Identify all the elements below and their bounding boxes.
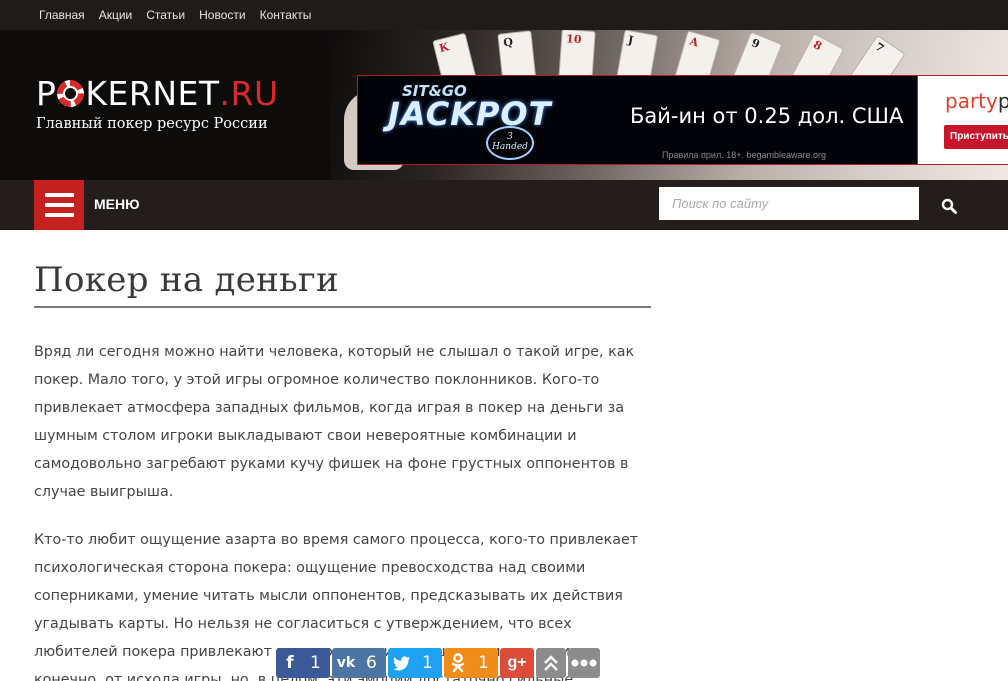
google-plus-icon: g+ [507,654,527,671]
article-paragraph: Вряд ли сегодня можно найти человека, ко… [34,344,635,500]
search-icon [941,198,957,214]
share-twitter-button[interactable]: 1 [388,648,442,678]
nav-item-articles[interactable]: Статьи [146,8,185,22]
banner-buyin-text: Бай-ин от 0.25 дол. США [630,104,904,128]
double-chevron-up-icon [544,655,558,671]
share-google-plus-button[interactable]: g+ [500,648,534,678]
poker-chip-icon [57,80,85,107]
share-odnoklassniki-button[interactable]: 1 [444,648,498,678]
nav-item-contacts[interactable]: Контакты [260,8,312,22]
hamburger-icon [45,213,74,217]
page-title: Покер на деньги [34,260,651,308]
share-facebook-button[interactable]: f 1 [276,648,330,678]
hamburger-icon [45,203,74,207]
article-content: Покер на деньги Вряд ли сегодня можно на… [34,230,651,681]
banner-cta-button[interactable]: Приступить [944,125,1008,149]
ad-banner[interactable]: SIT&GO JACKPOT 3 Handed Бай-ин от 0.25 д… [357,75,1008,165]
site-logo[interactable]: P KERNET .RU Главный покер ресурс России [36,74,279,132]
scroll-to-top-button[interactable] [536,648,566,678]
facebook-icon: f [286,653,294,673]
hamburger-menu-button[interactable] [34,180,84,230]
vk-icon: vk [336,655,356,671]
hamburger-icon [45,193,74,197]
logo-wordmark: P KERNET .RU [36,74,279,113]
banner-badge: 3 Handed [486,126,534,160]
search-input[interactable] [659,187,919,220]
share-count: 1 [310,653,321,673]
site-header: K Q 10 J A 9 8 7 P KERNET .RU Главный поке… [0,30,1008,180]
share-count: 6 [366,653,377,673]
share-vk-button[interactable]: vk 6 [332,648,386,678]
logo-tagline: Главный покер ресурс России [36,116,268,132]
odnoklassniki-icon [444,648,472,678]
share-count: 1 [478,653,489,673]
more-dots-icon [571,659,597,667]
banner-jackpot-text: JACKPOT [388,95,552,133]
banner-brand-panel: partyp Приступить [917,76,1008,164]
search-button[interactable] [934,195,964,217]
share-bar: f 1 vk 6 1 1 g+ [276,648,602,678]
share-count: 1 [422,653,433,673]
banner-jackpot-panel: SIT&GO JACKPOT 3 Handed Бай-ин от 0.25 д… [358,76,917,164]
banner-brand-logo: partyp [945,89,1008,113]
top-navigation: Главная Акции Статьи Новости Контакты [0,0,1008,30]
twitter-icon [388,648,416,678]
menu-bar: МЕНЮ [0,180,1008,230]
nav-item-news[interactable]: Новости [199,8,245,22]
menu-label[interactable]: МЕНЮ [94,196,140,212]
banner-rules-text: Правила прил. 18+. begambleaware.org [662,150,827,160]
nav-item-home[interactable]: Главная [39,8,85,22]
nav-item-promotions[interactable]: Акции [99,8,133,22]
share-more-button[interactable] [568,648,600,678]
